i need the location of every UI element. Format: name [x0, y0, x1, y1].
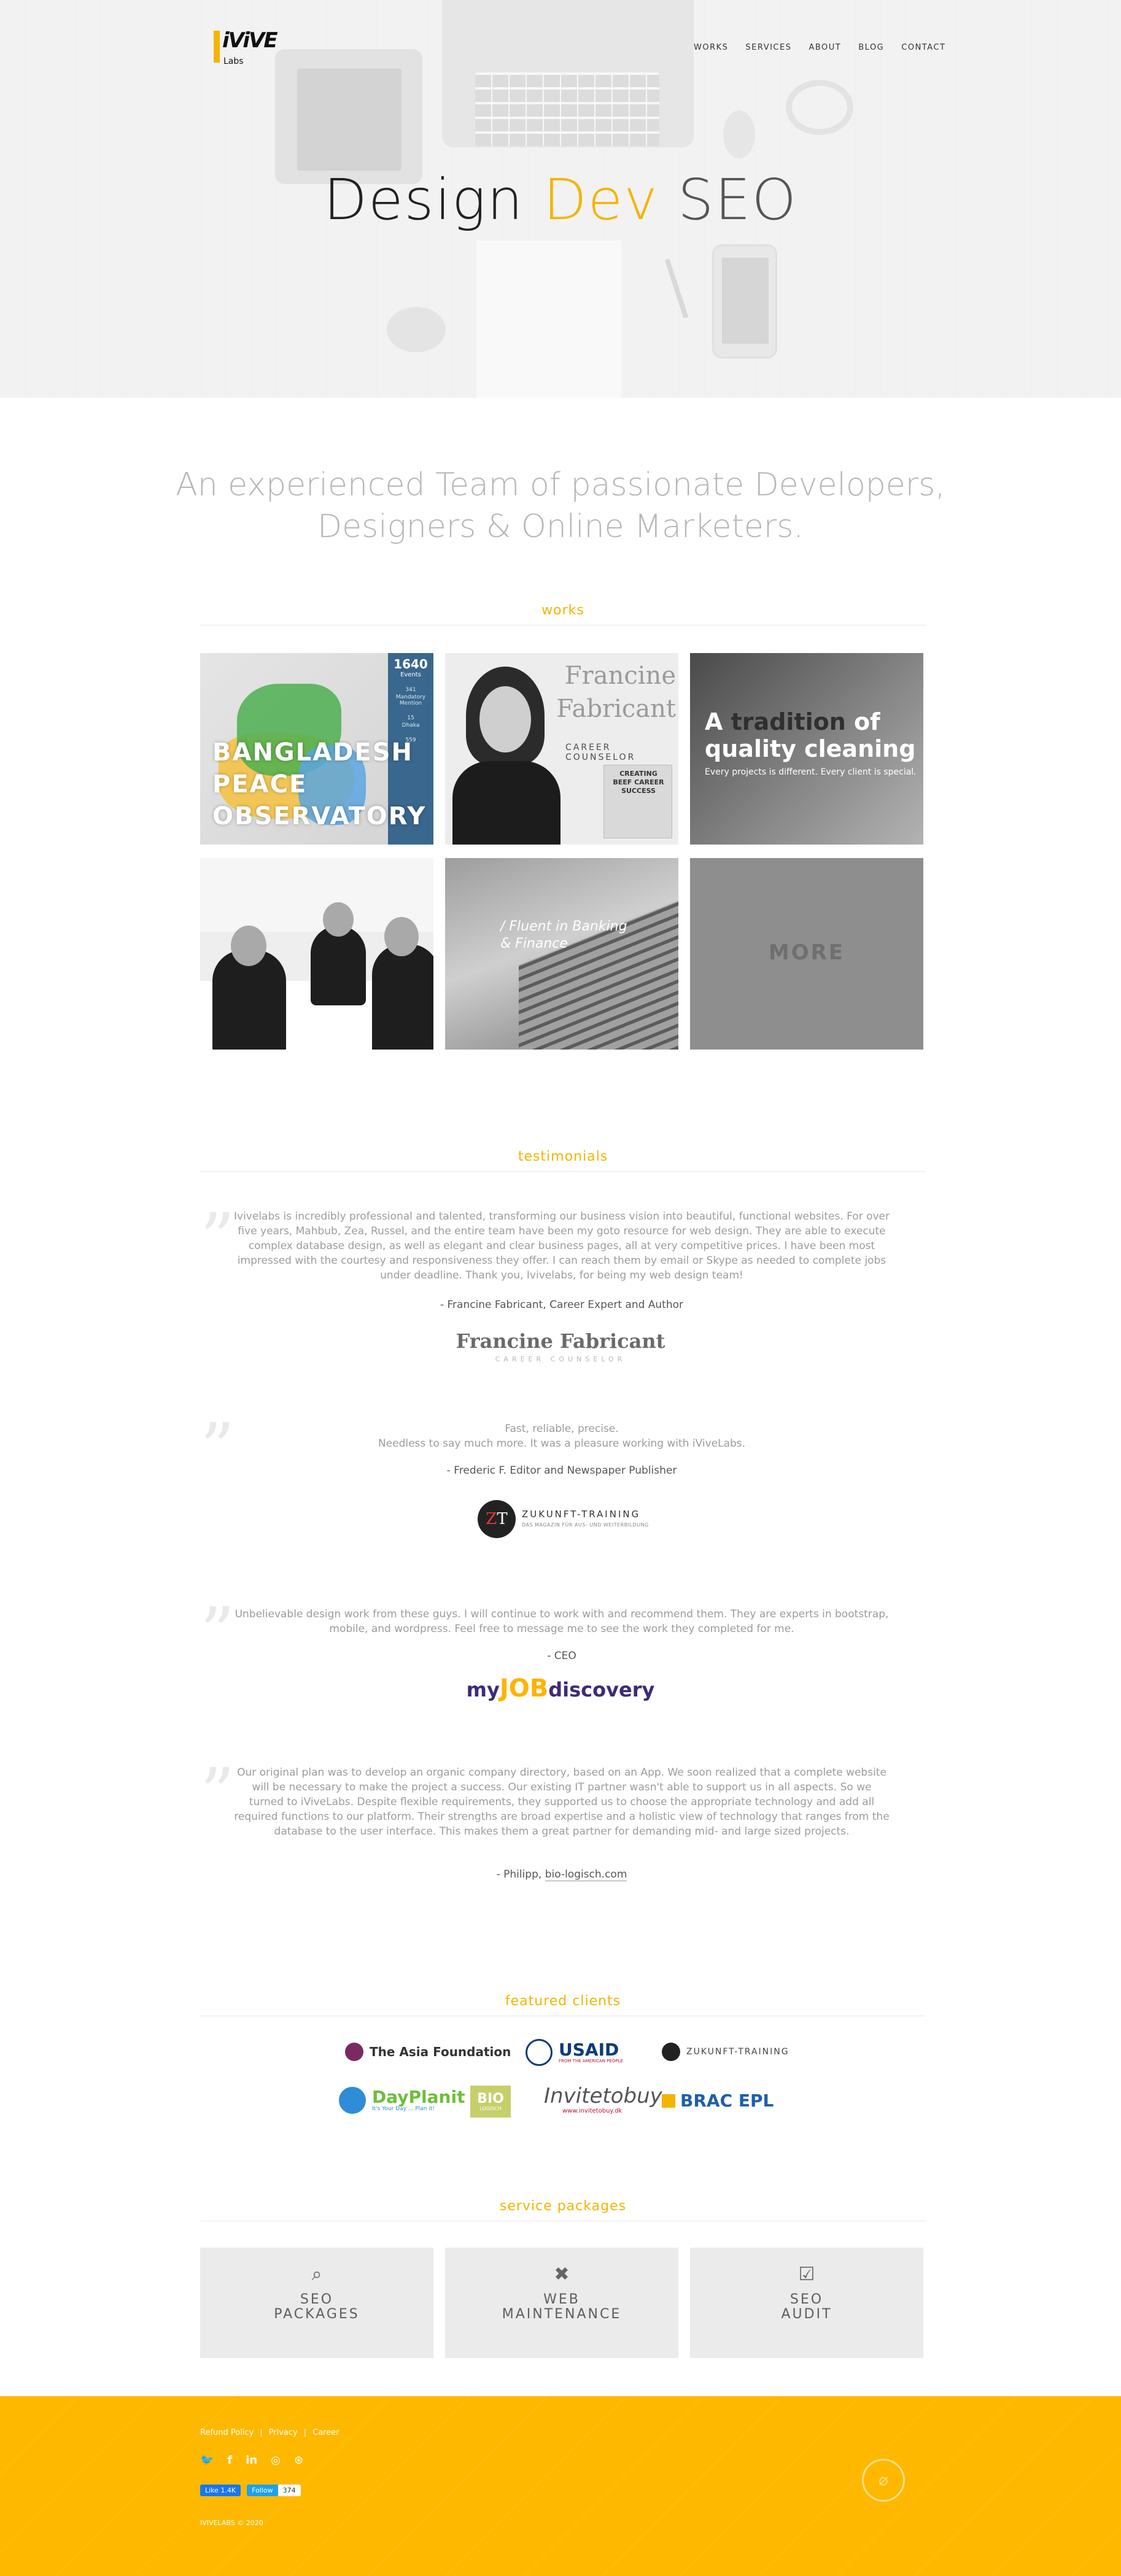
- nav-about[interactable]: ABOUT: [809, 43, 841, 52]
- footer-link-refund[interactable]: Refund Policy: [200, 2428, 254, 2437]
- packages-heading: service packages: [499, 2199, 627, 2214]
- site-footer: Refund Policy | Privacy | Career 🐦 f in ◎ ⊛ …: [0, 2396, 1121, 2576]
- main-nav: WORKS SERVICES ABOUT BLOG CONTACT: [694, 43, 945, 52]
- works-heading: works: [541, 603, 584, 618]
- testimonial-quote: Fast, reliable, precise. Needless to say…: [378, 1423, 746, 1450]
- quote-mark-icon: ”: [200, 1199, 235, 1277]
- nav-contact[interactable]: CONTACT: [901, 43, 945, 52]
- search-icon: ⌕: [311, 2264, 322, 2285]
- hero-title: Design Dev SEO: [324, 167, 797, 233]
- social-buttons: Like 1.4K Follow 374: [200, 2485, 301, 2496]
- linkedin-icon[interactable]: in: [246, 2454, 257, 2467]
- follow-count: 374: [277, 2485, 301, 2496]
- package-label: WEB MAINTENANCE: [502, 2292, 622, 2322]
- client-asia-foundation: The Asia Foundation: [345, 2043, 511, 2061]
- client-logo-zukunft-training: ZT ZUKUNFT-TRAINING DAS MAGAZIN FÜR AUS-…: [478, 1500, 650, 1539]
- facebook-like-button[interactable]: Like 1.4K: [200, 2485, 241, 2496]
- testimonial-author: - CEO: [547, 1650, 576, 1662]
- work-tile-quality-cleaning[interactable]: A tradition of quality cleaning Every pr…: [690, 653, 923, 845]
- footer-emblem-icon: ⌀: [862, 2459, 905, 2502]
- checkbox-icon: ☑: [798, 2264, 815, 2285]
- clients-heading: featured clients: [505, 1994, 621, 2009]
- client-logo-myjobdiscovery: myJOBdiscovery: [466, 1674, 655, 1703]
- dribbble-icon[interactable]: ⊛: [294, 2454, 303, 2467]
- package-seo-packages[interactable]: ⌕ SEO PACKAGES: [200, 2248, 433, 2358]
- client-invitetobuy: Invitetobuy www.invitetobuy.dk: [544, 2084, 662, 2114]
- package-label: SEO PACKAGES: [274, 2292, 360, 2322]
- footer-link-privacy[interactable]: Privacy: [269, 2428, 298, 2437]
- nav-works[interactable]: WORKS: [694, 43, 728, 52]
- tagline: An experienced Team of passionate Develo…: [176, 466, 945, 545]
- tile-name: Francine Fabricant: [556, 662, 677, 723]
- work-tile-bangladesh-peace-observatory[interactable]: 1640 Events 341 Mandatory Mention 15 Dha…: [200, 653, 433, 845]
- quote-mark-icon: ”: [200, 1593, 235, 1671]
- testimonial-author: - Philipp, bio-logisch.com: [496, 1868, 627, 1881]
- footer-link-career[interactable]: Career: [312, 2428, 339, 2437]
- logo-sub: Labs: [223, 56, 244, 66]
- testimonial-quote: Unbelievable design work from these guys…: [235, 1608, 889, 1635]
- testimonials-divider: [200, 1171, 926, 1172]
- book-title: CREATING BEEF CAREER SUCCESS: [613, 770, 664, 795]
- client-brac-epl: BRAC EPL: [662, 2091, 774, 2111]
- testimonial-quote: Our original plan was to develop an orga…: [234, 1766, 890, 1838]
- copyright: IVIVELABS © 2020: [200, 2519, 263, 2527]
- client-zukunft-training: ZUKUNFT-TRAINING: [662, 2043, 789, 2061]
- client-bio-logisch: BIO LOGISCH: [470, 2086, 511, 2118]
- tile-subtitle: CAREER COUNSELOR: [565, 743, 636, 762]
- twitter-follow-button[interactable]: Follow: [247, 2485, 278, 2496]
- instagram-icon[interactable]: ◎: [271, 2454, 281, 2467]
- tools-icon: ✖: [554, 2264, 570, 2285]
- testimonial-quote: Ivivelabs is incredibly professional and…: [234, 1210, 890, 1282]
- tile-title: A tradition of quality cleaning: [705, 708, 916, 762]
- client-usaid: USAID FROM THE AMERICAN PEOPLE: [526, 2039, 623, 2066]
- client-dayplanit: DayPlanit It's Your Day ... Plan it!: [339, 2087, 465, 2114]
- package-seo-audit[interactable]: ☑ SEO AUDIT: [690, 2248, 923, 2358]
- author-link[interactable]: bio-logisch.com: [545, 1868, 627, 1881]
- work-tile-francine-fabricant[interactable]: Francine Fabricant CAREER COUNSELOR CREA…: [445, 653, 678, 845]
- social-links: 🐦 f in ◎ ⊛: [200, 2454, 303, 2467]
- footer-links: Refund Policy | Privacy | Career: [200, 2428, 339, 2437]
- tile-text: / Fluent in Banking & Finance: [500, 919, 627, 951]
- tile-subtitle: Every projects is different. Every clien…: [705, 767, 917, 777]
- logo-mark: iViVE: [222, 28, 278, 53]
- testimonial-author: - Francine Fabricant, Career Expert and …: [440, 1299, 684, 1311]
- testimonial-author: - Frederic F. Editor and Newspaper Publi…: [446, 1464, 677, 1477]
- more-label: MORE: [768, 940, 845, 965]
- work-tile-more[interactable]: MORE: [690, 858, 923, 1050]
- twitter-icon[interactable]: 🐦: [200, 2454, 214, 2467]
- nav-blog[interactable]: BLOG: [858, 43, 884, 52]
- tile-title: BANGLADESH PEACE OBSERVATORY: [212, 738, 427, 830]
- package-label: SEO AUDIT: [781, 2292, 832, 2322]
- facebook-icon[interactable]: f: [227, 2454, 232, 2467]
- quote-mark-icon: ”: [200, 1754, 235, 1832]
- testimonials-heading: testimonials: [518, 1149, 608, 1164]
- site-logo[interactable]: iViVE Labs: [214, 28, 295, 69]
- package-web-maintenance[interactable]: ✖ WEB MAINTENANCE: [445, 2248, 678, 2358]
- work-tile-banking-finance[interactable]: / Fluent in Banking & Finance: [445, 858, 678, 1050]
- client-logo-francine-fabricant: Francine Fabricant CAREER COUNSELOR: [456, 1329, 665, 1363]
- work-tile-business-meeting[interactable]: [200, 858, 433, 1050]
- nav-services[interactable]: SERVICES: [745, 43, 791, 52]
- quote-mark-icon: ”: [200, 1409, 235, 1487]
